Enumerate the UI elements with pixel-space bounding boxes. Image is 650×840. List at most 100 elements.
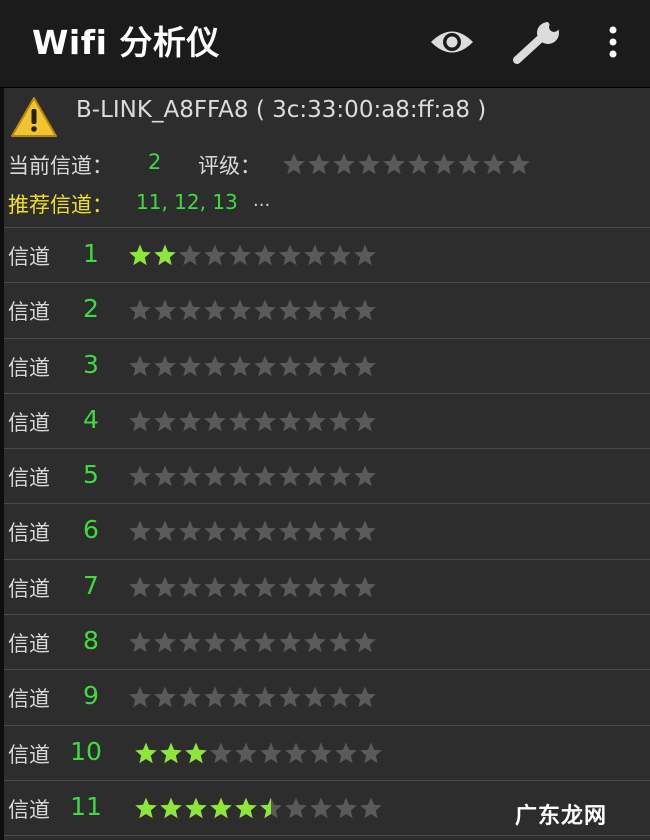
- star-icon: [329, 576, 351, 597]
- channel-rating-stars: [128, 630, 377, 654]
- analyzer-content: B-LINK_A8FFA8 ( 3c:33:00:a8:ff:a8 ) 当前信道…: [4, 88, 650, 840]
- recommended-channel-values: 11, 12, 13: [136, 190, 238, 214]
- star-icon: [310, 742, 332, 763]
- star-icon: [308, 153, 330, 175]
- channel-label: 信道: [8, 576, 50, 601]
- star-icon: [229, 244, 251, 266]
- star-icon: [129, 576, 151, 597]
- star-icon: [235, 742, 257, 763]
- more-vertical-icon: [609, 26, 617, 58]
- settings-button[interactable]: [508, 18, 568, 66]
- star-icon: [354, 631, 376, 653]
- watermark-text: 广东龙网: [515, 804, 608, 829]
- star-icon: [354, 244, 376, 266]
- channel-label: 信道: [8, 245, 50, 269]
- star-icon: [354, 355, 376, 376]
- star-icon: [229, 686, 251, 708]
- star-icon: [129, 520, 151, 542]
- star-icon: [179, 244, 201, 266]
- channel-label: 信道: [8, 466, 50, 491]
- star-icon: [358, 153, 380, 175]
- channel-number: 6: [83, 515, 99, 545]
- star-icon: [204, 576, 226, 597]
- star-icon: [179, 465, 201, 487]
- star-icon: [129, 410, 151, 432]
- wrench-icon: [513, 22, 559, 64]
- star-icon: [254, 576, 276, 597]
- star-icon: [354, 465, 376, 487]
- star-icon: [260, 797, 282, 819]
- app-bar: Wifi 分析仪: [0, 0, 650, 88]
- star-icon: [254, 686, 276, 708]
- star-icon: [179, 686, 201, 708]
- channel-label: 信道: [8, 410, 50, 435]
- star-icon: [229, 410, 251, 432]
- star-icon: [329, 520, 351, 542]
- star-icon: [185, 742, 207, 763]
- star-icon: [354, 410, 376, 432]
- star-icon: [433, 153, 455, 175]
- star-icon: [254, 244, 276, 266]
- star-icon: [229, 299, 251, 321]
- star-icon: [304, 299, 326, 321]
- channel-label: 信道: [8, 742, 50, 767]
- star-icon: [129, 355, 151, 376]
- star-icon: [279, 355, 301, 376]
- star-icon: [383, 153, 405, 175]
- star-icon: [154, 686, 176, 708]
- network-ssid: B-LINK_A8FFA8 ( 3c:33:00:a8:ff:a8 ): [76, 97, 487, 123]
- star-icon: [458, 153, 480, 175]
- star-icon: [235, 797, 257, 819]
- view-button[interactable]: [424, 18, 480, 66]
- star-icon: [329, 686, 351, 708]
- channel-rating-stars: [128, 519, 377, 543]
- channel-number: 4: [83, 404, 99, 434]
- recommended-more-indicator: ...: [253, 190, 271, 211]
- star-icon: [229, 631, 251, 653]
- star-icon: [154, 631, 176, 653]
- star-icon: [335, 742, 357, 763]
- channel-label: 信道: [8, 797, 50, 822]
- star-icon: [179, 355, 201, 376]
- star-icon: [229, 520, 251, 542]
- star-icon: [483, 153, 505, 175]
- star-icon: [304, 576, 326, 597]
- star-icon: [354, 686, 376, 708]
- channel-rating-stars: [128, 464, 377, 488]
- star-icon: [160, 797, 182, 819]
- star-icon: [360, 742, 382, 763]
- channel-number: 7: [83, 570, 99, 600]
- star-icon: [154, 299, 176, 321]
- star-icon: [333, 153, 355, 175]
- star-icon: [185, 797, 207, 819]
- star-icon: [204, 520, 226, 542]
- star-icon: [360, 797, 382, 819]
- star-icon: [329, 465, 351, 487]
- star-icon: [179, 299, 201, 321]
- star-icon: [204, 355, 226, 376]
- overflow-menu-button[interactable]: [598, 18, 628, 66]
- star-icon: [329, 244, 351, 266]
- star-icon: [310, 797, 332, 819]
- channel-number: 9: [83, 681, 99, 711]
- channel-rating-list: 信道 1 信道 2 信道 3 信道 4 信道 5 信道 6 信道 7 信道 8 信道 9 信道 10 信道 11: [4, 228, 650, 837]
- star-icon: [179, 520, 201, 542]
- star-icon: [154, 355, 176, 376]
- channel-rating-stars: [128, 575, 377, 599]
- star-icon: [279, 465, 301, 487]
- star-icon: [408, 153, 430, 175]
- current-channel-value: 2: [148, 150, 162, 174]
- star-icon: [304, 244, 326, 266]
- star-icon: [260, 742, 282, 763]
- channel-rating-stars: [128, 354, 377, 378]
- star-icon: [179, 410, 201, 432]
- channel-number: 3: [83, 349, 99, 379]
- star-icon: [279, 244, 301, 266]
- current-rating-stars: [282, 152, 531, 176]
- channel-label: 信道: [8, 687, 50, 712]
- star-icon: [329, 631, 351, 653]
- star-icon: [354, 520, 376, 542]
- star-icon: [129, 465, 151, 487]
- recommended-channel-label: 推荐信道：: [8, 193, 113, 217]
- star-icon: [354, 299, 376, 321]
